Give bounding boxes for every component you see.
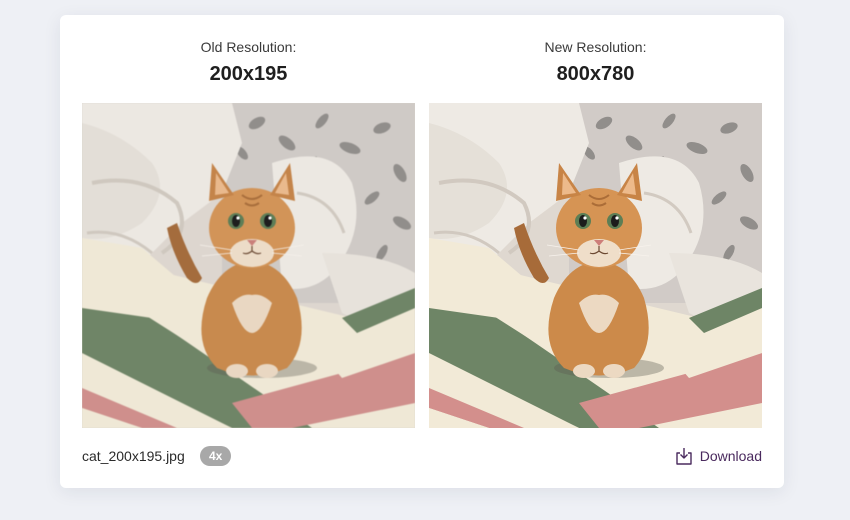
download-button[interactable]: Download (674, 445, 762, 467)
new-resolution-value: 800x780 (556, 63, 635, 85)
original-image-preview (82, 103, 415, 428)
cat-photo-original (82, 103, 415, 428)
card-footer: cat_200x195.jpg 4x Download (82, 445, 762, 467)
new-resolution-label: New Resolution: (544, 39, 647, 55)
old-resolution-value: 200x195 (209, 63, 288, 85)
image-comparison-card: Old Resolution: 200x195 New Resolution: … (60, 15, 784, 488)
old-resolution-header: Old Resolution: 200x195 (82, 39, 415, 86)
old-resolution-label: Old Resolution: (200, 39, 297, 55)
download-icon (674, 446, 694, 466)
cat-photo-upscaled (429, 103, 762, 428)
download-label: Download (699, 448, 762, 464)
upscaled-image-preview (429, 103, 762, 428)
file-name: cat_200x195.jpg (82, 448, 185, 464)
new-resolution-header: New Resolution: 800x780 (429, 39, 762, 86)
scale-badge: 4x (200, 446, 232, 466)
